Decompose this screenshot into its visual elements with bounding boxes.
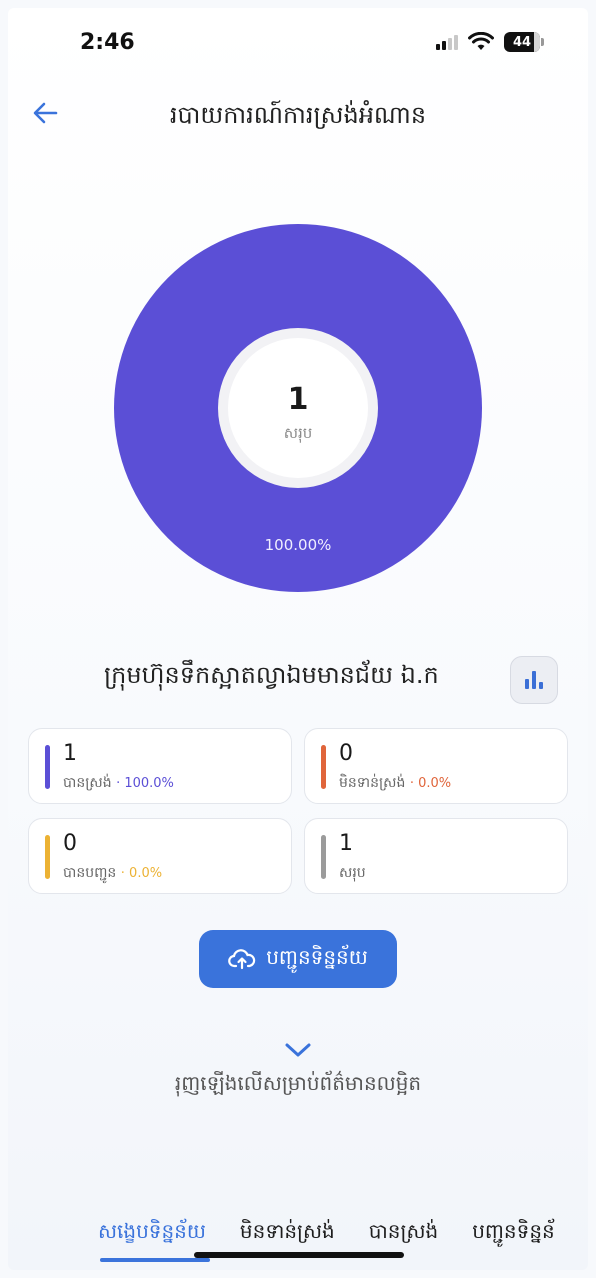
stat-percent: · 0.0%	[120, 866, 163, 881]
swipe-hint: រុញឡើងលើសម្រាប់ព័ត៌មានលម្អិត	[174, 1071, 422, 1095]
chart-view-button[interactable]	[510, 656, 558, 704]
donut-chart: 1 សរុប 100.00%	[114, 224, 482, 592]
status-time: 2:46	[80, 30, 135, 55]
slice-label: 100.00%	[264, 536, 332, 554]
tab-collected[interactable]: បានស្រង់	[369, 1218, 438, 1248]
stat-label: បានស្រង់	[63, 775, 112, 791]
page-title: របាយការណ៍ការស្រង់អំណាន	[169, 101, 427, 129]
home-indicator	[194, 1252, 404, 1258]
stat-color-bar	[45, 835, 50, 879]
status-icons: 44	[436, 32, 544, 52]
app-screen: 2:46 44 របាយការណ៍ការស្រង់អំណាន 1 សរុប 10…	[8, 8, 588, 1270]
active-tab-indicator	[100, 1258, 210, 1262]
stat-card-pending: 0 មិនទាន់ស្រង់ · 0.0%	[304, 728, 568, 804]
stat-label: មិនទាន់ស្រង់	[339, 775, 406, 791]
stat-label: បានបញ្ជូន	[63, 865, 117, 881]
stat-value: 0	[63, 831, 77, 856]
donut-total-label: សរុប	[283, 424, 313, 442]
battery-icon: 44	[504, 32, 544, 52]
cellular-signal-icon	[436, 34, 458, 50]
stat-percent: · 0.0%	[409, 776, 452, 791]
stat-value: 1	[339, 831, 353, 856]
stat-label: សរុប	[339, 865, 366, 881]
cloud-upload-icon	[228, 949, 256, 970]
tab-sent[interactable]: បញ្ជូនទិន្នន័	[472, 1218, 555, 1248]
wifi-icon	[468, 32, 494, 50]
stat-card-total: 1 សរុប	[304, 818, 568, 894]
tab-not-collected[interactable]: មិនទាន់ស្រង់	[240, 1218, 335, 1248]
donut-total-value: 1	[287, 382, 309, 417]
bottom-tab-bar: សង្ខេបទិន្នន័យ មិនទាន់ស្រង់ បានស្រង់ បញ្…	[98, 1218, 555, 1248]
stat-card-collected: 1 បានស្រង់ · 100.0%	[28, 728, 292, 804]
tab-summary[interactable]: សង្ខេបទិន្នន័យ	[98, 1218, 206, 1248]
stat-value: 0	[339, 741, 353, 766]
stat-value: 1	[63, 741, 77, 766]
stat-color-bar	[321, 745, 326, 789]
send-data-button[interactable]: បញ្ជូនទិន្នន័យ	[199, 930, 397, 988]
battery-level: 44	[512, 34, 532, 50]
stat-color-bar	[45, 745, 50, 789]
stat-color-bar	[321, 835, 326, 879]
stat-percent: · 100.0%	[116, 776, 174, 791]
bar-chart-icon	[525, 679, 529, 689]
chevron-down-icon[interactable]	[283, 1040, 313, 1060]
company-name: ក្រុមហ៊ុនទឹកស្អាតល្វាឯមមានជ័យ ឯ.ក	[104, 661, 439, 689]
stat-card-sent: 0 បានបញ្ជូន · 0.0%	[28, 818, 292, 894]
send-data-label: បញ្ជូនទិន្នន័យ	[266, 945, 368, 969]
